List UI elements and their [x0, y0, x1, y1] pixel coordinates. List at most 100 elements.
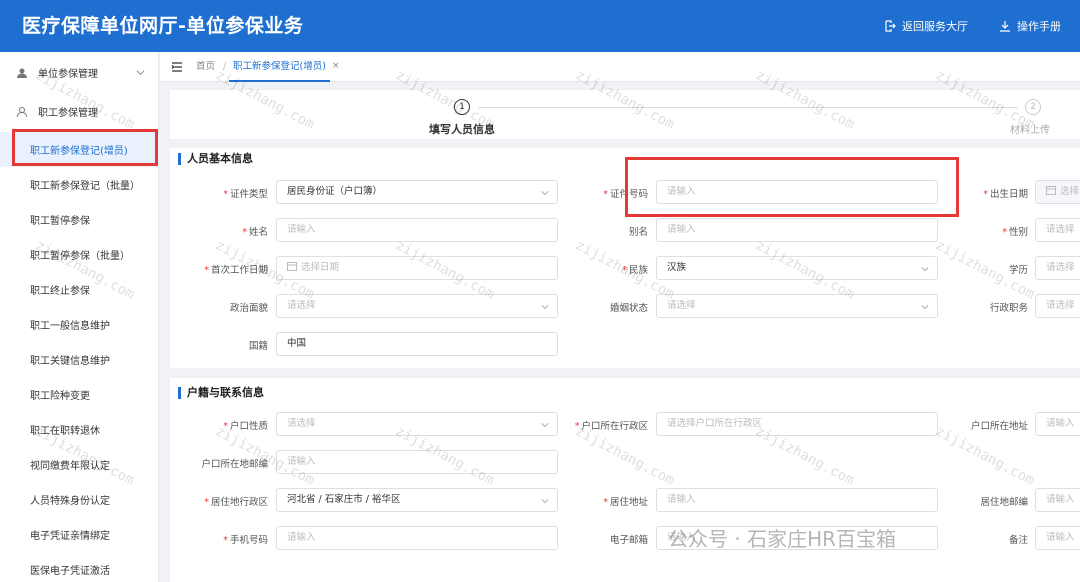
sidebar-item-special-identity[interactable]: 人员特殊身份认定: [0, 482, 159, 517]
sidebar-item-label: 职工一般信息维护: [30, 321, 110, 332]
sidebar-item-general-info[interactable]: 职工一般信息维护: [0, 307, 159, 342]
email-label: 电子邮箱: [609, 535, 648, 546]
phone-input[interactable]: 请输入: [276, 526, 558, 550]
first-work-date-label: * 首次工作日期: [204, 265, 268, 276]
sidebar-item-label: 职工在职转退休: [30, 426, 100, 437]
first-work-date-picker[interactable]: 选择日期: [276, 256, 558, 280]
step-1-number: 1: [454, 99, 470, 115]
download-icon: [1000, 21, 1010, 32]
birth-date-picker[interactable]: 选择日期: [1035, 180, 1080, 204]
user-icon: [17, 68, 27, 78]
education-select[interactable]: 请选择: [1035, 256, 1080, 280]
contact-info-title: 户籍与联系信息: [178, 387, 264, 399]
sidebar-item-label: 人员特殊身份认定: [30, 496, 110, 507]
alias-input[interactable]: 请输入: [656, 218, 938, 242]
sidebar-item-new-enrollment[interactable]: 职工新参保登记(增员): [0, 132, 159, 167]
sidebar-item-key-info[interactable]: 职工关键信息维护: [0, 342, 159, 377]
phone-label: * 手机号码: [223, 535, 268, 546]
sidebar-item-label: 职工暂停参保（批量）: [30, 251, 130, 262]
sidebar-item-retirement[interactable]: 职工在职转退休: [0, 412, 159, 447]
back-to-hall-link[interactable]: 返回服务大厅: [884, 18, 968, 34]
hukou-address-label: 户口所在地址: [970, 421, 1028, 432]
tab-close-icon[interactable]: ×: [332, 61, 340, 71]
country-label: 国籍: [248, 341, 268, 352]
tab-bar: 首页 / 职工新参保登记(增员) ×: [160, 52, 1080, 82]
step-1-label: 填写人员信息: [429, 123, 495, 136]
person-icon: [17, 106, 27, 117]
sidebar-item-label: 职工关键信息维护: [30, 356, 110, 367]
hukou-address-input[interactable]: 请输入: [1035, 412, 1080, 436]
sidebar-item-label: 职工终止参保: [30, 286, 90, 297]
live-zip-label: 居住地邮编: [980, 497, 1028, 508]
sidebar-item-insurance-change[interactable]: 职工险种变更: [0, 377, 159, 412]
step-2-number: 2: [1025, 99, 1041, 115]
id-type-label: * 证件类型: [223, 189, 268, 200]
sidebar-item-label: 电子凭证亲情绑定: [30, 531, 110, 542]
menu-collapse-icon[interactable]: [171, 61, 183, 73]
name-label: * 姓名: [242, 227, 268, 238]
sidebar-group-employee[interactable]: 职工参保管理: [0, 94, 159, 129]
contact-info-panel: 户籍与联系信息: [170, 378, 1080, 582]
id-type-select[interactable]: 居民身份证（户口簿）: [276, 180, 558, 204]
education-label: 学历: [1008, 265, 1028, 276]
calendar-icon: [287, 262, 297, 271]
politics-label: 政治面貌: [229, 303, 268, 314]
tab-home[interactable]: 首页: [196, 52, 215, 82]
sidebar-item-ecert-activate[interactable]: 医保电子凭证激活: [0, 552, 159, 582]
manual-link[interactable]: 操作手册: [999, 18, 1061, 34]
chevron-down-icon: [541, 191, 549, 196]
sidebar-item-label: 职工暂停参保: [30, 216, 90, 227]
birth-date-label: * 出生日期: [983, 189, 1028, 200]
step-connector: [478, 107, 1018, 108]
gender-label: * 性别: [1002, 227, 1028, 238]
hukou-zip-input[interactable]: 请输入: [276, 450, 558, 474]
hukou-type-select[interactable]: 请选择: [276, 412, 558, 436]
email-input[interactable]: 请输入: [656, 526, 938, 550]
sidebar-group-unit[interactable]: 单位参保管理: [0, 55, 159, 90]
sidebar-group-label: 职工参保管理: [38, 108, 98, 119]
app-title: 医疗保障单位网厅-单位参保业务: [22, 15, 304, 37]
nation-select[interactable]: 汉族: [656, 256, 938, 280]
sidebar-item-batch-enrollment[interactable]: 职工新参保登记（批量）: [0, 167, 159, 202]
country-select[interactable]: 中国: [276, 332, 558, 356]
steps-bar: 1 2 填写人员信息 材料上传: [170, 90, 1080, 139]
politics-select[interactable]: 请选择: [276, 294, 558, 318]
alias-label: 别名: [628, 227, 648, 238]
duty-label: 行政职务: [989, 303, 1028, 314]
live-zip-input[interactable]: 请输入: [1035, 488, 1080, 512]
hukou-region-label: * 户口所在行政区: [574, 421, 648, 432]
sidebar-item-label: 医保电子凭证激活: [30, 566, 110, 577]
sidebar-item-label: 视同缴费年限认定: [30, 461, 110, 472]
hukou-type-label: * 户口性质: [223, 421, 268, 432]
hukou-region-cascader[interactable]: 请选择户口所在行政区: [656, 412, 938, 436]
live-region-cascader[interactable]: 河北省 / 石家庄市 / 裕华区: [276, 488, 558, 512]
chevron-down-icon: [541, 499, 549, 504]
marital-label: 婚姻状态: [609, 303, 648, 314]
sidebar-item-label: 职工新参保登记(增员): [30, 146, 128, 157]
duty-select[interactable]: 请选择: [1035, 294, 1080, 318]
hukou-zip-label: 户口所在地邮编: [201, 459, 268, 470]
nation-label: * 民族: [622, 265, 648, 276]
sidebar-item-suspend[interactable]: 职工暂停参保: [0, 202, 159, 237]
id-number-input[interactable]: 请输入: [656, 180, 938, 204]
sidebar-item-label: 职工险种变更: [30, 391, 90, 402]
tab-new-enrollment[interactable]: 职工新参保登记(增员): [229, 52, 330, 82]
live-address-label: * 居住地址: [603, 497, 648, 508]
chevron-down-icon: [541, 305, 549, 310]
live-address-input[interactable]: 请输入: [656, 488, 938, 512]
basic-info-title: 人员基本信息: [178, 153, 253, 165]
sidebar-item-label: 职工新参保登记（批量）: [30, 181, 140, 192]
breadcrumb-separator: /: [223, 61, 227, 72]
name-input[interactable]: 请输入: [276, 218, 558, 242]
step-2-label: 材料上传: [1010, 125, 1050, 136]
gender-select[interactable]: 请选择: [1035, 218, 1080, 242]
sidebar-item-terminate[interactable]: 职工终止参保: [0, 272, 159, 307]
sidebar-item-deemed-years[interactable]: 视同缴费年限认定: [0, 447, 159, 482]
calendar-icon: [1046, 186, 1056, 195]
sidebar-item-family-binding[interactable]: 电子凭证亲情绑定: [0, 517, 159, 552]
chevron-down-icon: [541, 423, 549, 428]
sidebar-item-suspend-batch[interactable]: 职工暂停参保（批量）: [0, 237, 159, 272]
remark-input[interactable]: 请输入: [1035, 526, 1080, 550]
live-region-label: * 居住地行政区: [204, 497, 268, 508]
marital-select[interactable]: 请选择: [656, 294, 938, 318]
